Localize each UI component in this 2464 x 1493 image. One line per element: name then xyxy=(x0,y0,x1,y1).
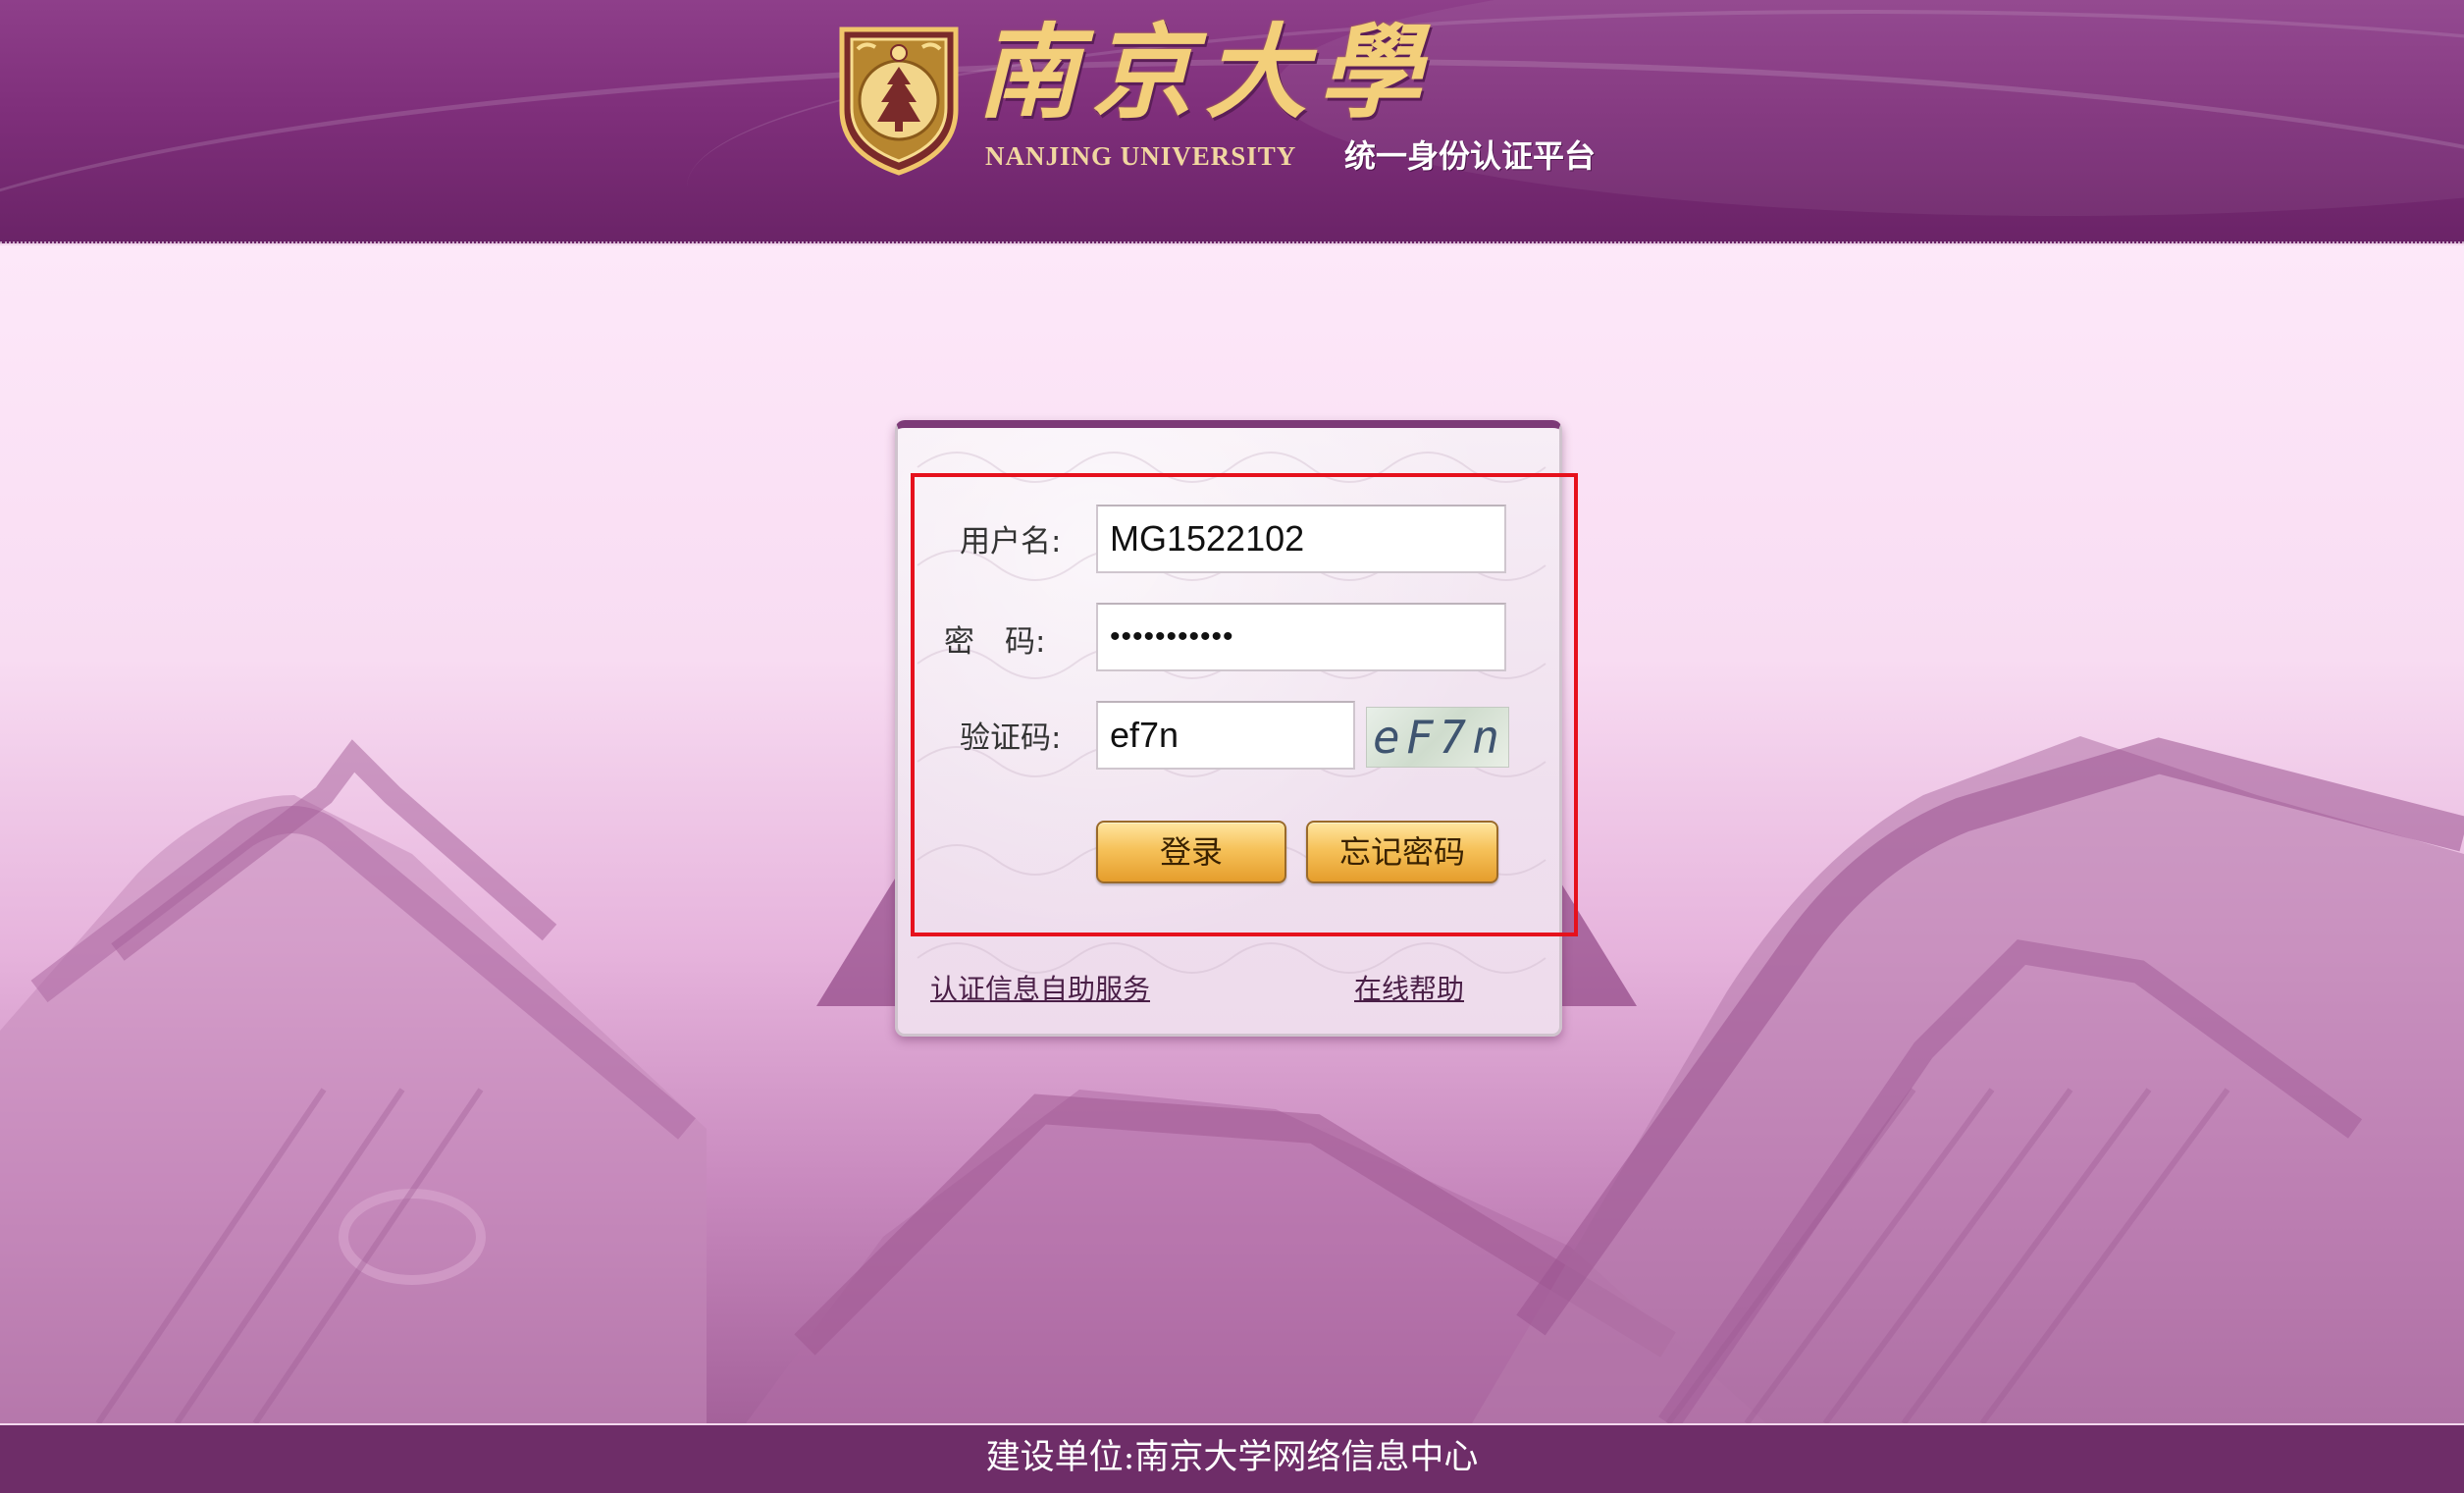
captcha-image[interactable]: eF7n xyxy=(1366,707,1509,768)
brand-name-cn: 南京大學 xyxy=(977,12,1434,133)
footer-bar: 建设单位:南京大学网络信息中心 xyxy=(0,1425,2464,1493)
brand-name-en: NANJING UNIVERSITY xyxy=(985,141,1297,171)
self-service-link[interactable]: 认证信息自助服务 xyxy=(930,968,1150,1007)
online-help-link[interactable]: 在线帮助 xyxy=(1354,968,1464,1007)
university-emblem-icon xyxy=(839,27,959,176)
forgot-password-button[interactable]: 忘记密码 xyxy=(1306,821,1498,883)
panel-wing-decoration xyxy=(816,879,895,1006)
captcha-label: 验证码: xyxy=(960,720,1062,756)
password-label: 密 码: xyxy=(944,624,1046,660)
footer-text: 建设单位:南京大学网络信息中心 xyxy=(985,1438,1479,1477)
header-banner: 南京大學 NANJING UNIVERSITY 统一身份认证平台 xyxy=(0,0,2464,243)
username-label: 用户名: xyxy=(960,524,1062,560)
login-button[interactable]: 登录 xyxy=(1096,821,1286,883)
platform-title: 统一身份认证平台 xyxy=(1344,137,1597,175)
username-input[interactable]: MG1522102 xyxy=(1096,505,1506,573)
captcha-input[interactable]: ef7n xyxy=(1096,701,1355,770)
password-input[interactable]: ••••••••••• xyxy=(1096,603,1506,671)
